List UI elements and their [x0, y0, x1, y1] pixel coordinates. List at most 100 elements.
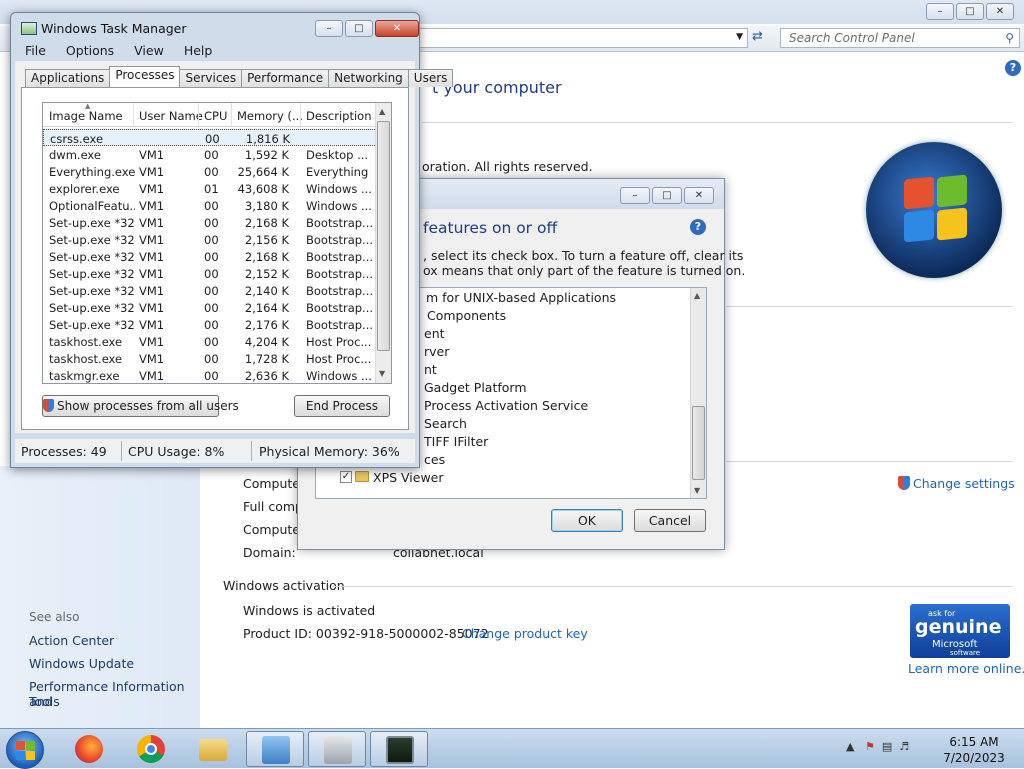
clock[interactable]: 6:15 AM 7/20/2023 — [942, 734, 1006, 766]
taskbar-setup[interactable] — [308, 731, 366, 767]
feature-item-xps-viewer[interactable]: XPS Viewer — [373, 470, 444, 485]
table-row[interactable]: Set-up.exe *32 VM1 00 2,164 K Bootstrap... — [43, 299, 377, 316]
scroll-thumb[interactable] — [377, 121, 390, 351]
taskbar-task-manager[interactable] — [370, 731, 428, 767]
tab-services[interactable]: Services — [179, 69, 243, 87]
scroll-thumb[interactable] — [692, 406, 705, 480]
table-row[interactable]: dwm.exe VM1 00 1,592 K Desktop ... — [43, 146, 377, 163]
search-input[interactable]: Search Control Panel ⚲ — [780, 28, 1020, 48]
cancel-button[interactable]: Cancel — [634, 509, 706, 532]
feature-item[interactable]: TIFF IFilter — [424, 434, 488, 449]
xps-viewer-checkbox[interactable]: ✓ — [340, 471, 352, 483]
tab-networking[interactable]: Networking — [328, 69, 409, 87]
column-cpu[interactable]: CPU — [204, 109, 227, 123]
column-image-name[interactable]: Image Name — [49, 109, 123, 123]
tab-processes[interactable]: Processes — [109, 66, 181, 87]
tm-close-button[interactable]: ✕ — [375, 20, 419, 37]
sidebar-item-action-center[interactable]: Action Center — [29, 633, 114, 648]
help-icon[interactable]: ? — [1005, 60, 1021, 76]
tab-users[interactable]: Users — [407, 69, 454, 87]
table-row[interactable]: Set-up.exe *32 VM1 00 2,156 K Bootstrap... — [43, 231, 377, 248]
feature-item[interactable]: ent — [424, 326, 445, 341]
tm-minimize-button[interactable]: – — [315, 20, 343, 37]
table-row[interactable]: Set-up.exe *32 VM1 00 2,168 K Bootstrap... — [43, 248, 377, 265]
feature-item[interactable]: Gadget Platform — [424, 380, 527, 395]
address-field[interactable]: ▼ — [400, 28, 748, 48]
divider — [332, 586, 1012, 587]
column-separator[interactable] — [133, 103, 134, 127]
learn-more-link[interactable]: Learn more online... — [908, 661, 1024, 676]
cp-minimize-button[interactable]: – — [926, 3, 954, 20]
menu-view[interactable]: View — [124, 41, 174, 61]
network-icon[interactable]: ▤ — [882, 740, 892, 753]
search-icon[interactable]: ⚲ — [1005, 29, 1014, 47]
features-minimize-button[interactable]: – — [620, 187, 650, 204]
refresh-icon[interactable]: ⇄ — [752, 29, 763, 44]
table-row[interactable]: Set-up.exe *32 VM1 00 2,152 K Bootstrap... — [43, 265, 377, 282]
features-scrollbar[interactable]: ▲ ▼ — [690, 288, 706, 498]
taskbar-control-panel[interactable] — [246, 731, 304, 767]
scroll-up-icon[interactable]: ▲ — [379, 107, 385, 116]
menu-file[interactable]: File — [15, 41, 56, 61]
sidebar-item-performance-tools[interactable]: Tools — [29, 694, 60, 709]
menu-options[interactable]: Options — [56, 41, 124, 61]
action-center-flag-icon[interactable]: ⚑ — [865, 740, 875, 753]
table-row[interactable]: Set-up.exe *32 VM1 00 2,176 K Bootstrap... — [43, 316, 377, 333]
tab-applications[interactable]: Applications — [25, 69, 111, 87]
chevron-down-icon[interactable]: ▼ — [736, 32, 743, 42]
process-scrollbar[interactable]: ▲ ▼ — [375, 103, 391, 383]
menu-help[interactable]: Help — [174, 41, 223, 61]
table-row[interactable]: OptionalFeatu... VM1 00 3,180 K Windows ... — [43, 197, 377, 214]
feature-item[interactable]: ces — [424, 452, 445, 467]
features-close-button[interactable]: ✕ — [684, 187, 714, 204]
taskbar-explorer[interactable] — [184, 731, 242, 767]
column-separator[interactable] — [231, 103, 232, 127]
feature-item[interactable]: Search — [424, 416, 467, 431]
table-row[interactable]: Everything.exe VM1 00 25,664 K Everything — [43, 163, 377, 180]
table-row[interactable]: explorer.exe VM1 01 43,608 K Windows ... — [43, 180, 377, 197]
scroll-up-icon[interactable]: ▲ — [694, 291, 700, 300]
show-all-processes-button[interactable]: Show processes from all users — [42, 395, 239, 417]
cp-maximize-button[interactable]: □ — [956, 3, 984, 20]
cp-close-button[interactable]: ✕ — [986, 3, 1014, 20]
scroll-down-icon[interactable]: ▼ — [379, 369, 385, 378]
feature-item[interactable]: nt — [424, 362, 437, 377]
start-button[interactable] — [6, 731, 44, 769]
end-process-button[interactable]: End Process — [294, 395, 390, 417]
table-row[interactable]: taskhost.exe VM1 00 1,728 K Host Proc... — [43, 350, 377, 367]
cell-memory: 2,636 K — [244, 369, 289, 383]
column-separator[interactable] — [300, 103, 301, 127]
volume-icon[interactable]: ♬ — [899, 740, 909, 753]
cell-description: Bootstrap... — [306, 284, 374, 298]
process-table[interactable]: Image Name ▲ User Name CPU Memory (... D… — [42, 102, 392, 384]
tab-performance[interactable]: Performance — [241, 69, 330, 87]
show-hidden-icons-icon[interactable]: ▲ — [846, 740, 854, 753]
column-separator[interactable] — [198, 103, 199, 127]
features-maximize-button[interactable]: □ — [652, 187, 682, 204]
table-row[interactable]: Set-up.exe *32 VM1 00 2,140 K Bootstrap... — [43, 282, 377, 299]
taskbar-chrome[interactable] — [122, 731, 180, 767]
help-icon[interactable]: ? — [690, 219, 706, 235]
scroll-down-icon[interactable]: ▼ — [694, 486, 700, 495]
feature-item[interactable]: Components — [427, 308, 506, 323]
genuine-microsoft-badge[interactable]: ask for genuine Microsoft software — [910, 604, 1010, 658]
column-description[interactable]: Description — [306, 109, 372, 123]
sidebar-item-windows-update[interactable]: Windows Update — [29, 656, 134, 671]
table-row[interactable]: csrss.exe 00 1,816 K — [43, 129, 377, 146]
ok-button[interactable]: OK — [551, 509, 623, 532]
feature-item[interactable]: Process Activation Service — [424, 398, 588, 413]
column-user-name[interactable]: User Name — [139, 109, 203, 123]
column-memory[interactable]: Memory (... — [237, 109, 303, 123]
cell-memory: 2,176 K — [244, 318, 289, 332]
tm-maximize-button[interactable]: □ — [345, 20, 373, 37]
windows-logo — [866, 142, 1002, 278]
change-product-key-link[interactable]: Change product key — [462, 626, 588, 641]
table-row[interactable]: taskmgr.exe VM1 00 2,636 K Windows ... — [43, 367, 377, 383]
change-settings-link[interactable]: Change settings — [898, 476, 1015, 491]
taskbar-firefox[interactable] — [60, 731, 118, 767]
feature-item[interactable]: m for UNIX-based Applications — [426, 290, 616, 305]
window-title: Windows Task Manager — [41, 21, 187, 36]
table-row[interactable]: taskhost.exe VM1 00 4,204 K Host Proc... — [43, 333, 377, 350]
table-row[interactable]: Set-up.exe *32 VM1 00 2,168 K Bootstrap... — [43, 214, 377, 231]
feature-item[interactable]: rver — [424, 344, 449, 359]
